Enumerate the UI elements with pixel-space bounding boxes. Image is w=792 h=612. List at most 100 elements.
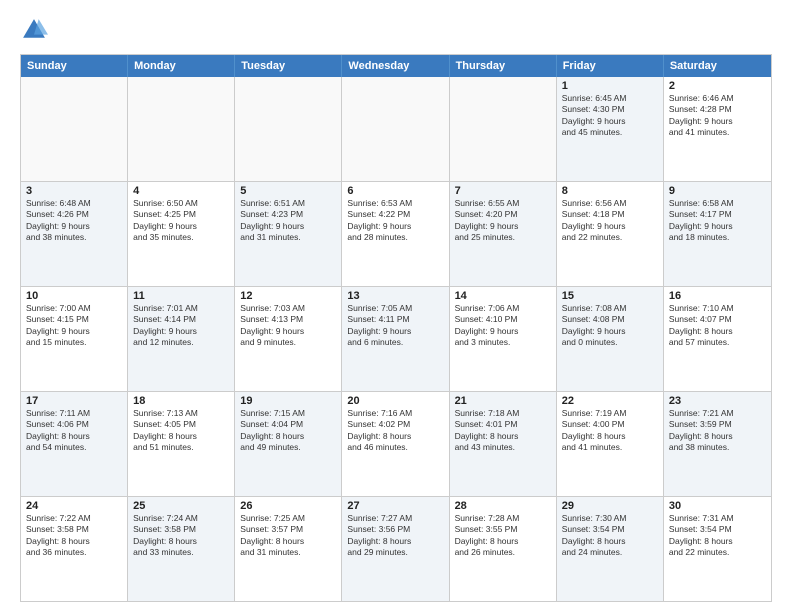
day-info: Sunrise: 7:08 AM Sunset: 4:08 PM Dayligh… [562, 303, 658, 349]
calendar-cell-day-19: 19Sunrise: 7:15 AM Sunset: 4:04 PM Dayli… [235, 392, 342, 496]
calendar-cell-day-16: 16Sunrise: 7:10 AM Sunset: 4:07 PM Dayli… [664, 287, 771, 391]
weekday-header-tuesday: Tuesday [235, 55, 342, 77]
calendar-cell-day-9: 9Sunrise: 6:58 AM Sunset: 4:17 PM Daylig… [664, 182, 771, 286]
calendar-cell-day-4: 4Sunrise: 6:50 AM Sunset: 4:25 PM Daylig… [128, 182, 235, 286]
day-number: 23 [669, 395, 766, 407]
day-number: 4 [133, 185, 229, 197]
day-info: Sunrise: 7:19 AM Sunset: 4:00 PM Dayligh… [562, 408, 658, 454]
calendar-cell-day-26: 26Sunrise: 7:25 AM Sunset: 3:57 PM Dayli… [235, 497, 342, 601]
day-info: Sunrise: 7:21 AM Sunset: 3:59 PM Dayligh… [669, 408, 766, 454]
logo [20, 16, 52, 44]
day-number: 21 [455, 395, 551, 407]
calendar-header: SundayMondayTuesdayWednesdayThursdayFrid… [21, 55, 771, 77]
logo-icon [20, 16, 48, 44]
weekday-header-friday: Friday [557, 55, 664, 77]
day-number: 10 [26, 290, 122, 302]
header [20, 16, 772, 44]
day-info: Sunrise: 7:25 AM Sunset: 3:57 PM Dayligh… [240, 513, 336, 559]
calendar-row-0: 1Sunrise: 6:45 AM Sunset: 4:30 PM Daylig… [21, 77, 771, 181]
day-number: 16 [669, 290, 766, 302]
day-info: Sunrise: 6:53 AM Sunset: 4:22 PM Dayligh… [347, 198, 443, 244]
day-number: 1 [562, 80, 658, 92]
calendar-cell-day-23: 23Sunrise: 7:21 AM Sunset: 3:59 PM Dayli… [664, 392, 771, 496]
weekday-header-saturday: Saturday [664, 55, 771, 77]
calendar-cell-empty [128, 77, 235, 181]
calendar: SundayMondayTuesdayWednesdayThursdayFrid… [20, 54, 772, 602]
weekday-header-monday: Monday [128, 55, 235, 77]
day-number: 3 [26, 185, 122, 197]
calendar-row-3: 17Sunrise: 7:11 AM Sunset: 4:06 PM Dayli… [21, 391, 771, 496]
day-number: 2 [669, 80, 766, 92]
day-number: 27 [347, 500, 443, 512]
day-info: Sunrise: 7:10 AM Sunset: 4:07 PM Dayligh… [669, 303, 766, 349]
calendar-cell-day-13: 13Sunrise: 7:05 AM Sunset: 4:11 PM Dayli… [342, 287, 449, 391]
day-number: 6 [347, 185, 443, 197]
calendar-cell-day-14: 14Sunrise: 7:06 AM Sunset: 4:10 PM Dayli… [450, 287, 557, 391]
calendar-cell-empty [21, 77, 128, 181]
day-info: Sunrise: 7:05 AM Sunset: 4:11 PM Dayligh… [347, 303, 443, 349]
calendar-cell-empty [235, 77, 342, 181]
day-info: Sunrise: 6:50 AM Sunset: 4:25 PM Dayligh… [133, 198, 229, 244]
day-number: 9 [669, 185, 766, 197]
day-info: Sunrise: 7:01 AM Sunset: 4:14 PM Dayligh… [133, 303, 229, 349]
day-number: 5 [240, 185, 336, 197]
page: SundayMondayTuesdayWednesdayThursdayFrid… [0, 0, 792, 612]
day-number: 30 [669, 500, 766, 512]
day-info: Sunrise: 6:48 AM Sunset: 4:26 PM Dayligh… [26, 198, 122, 244]
calendar-cell-day-8: 8Sunrise: 6:56 AM Sunset: 4:18 PM Daylig… [557, 182, 664, 286]
day-number: 8 [562, 185, 658, 197]
calendar-row-4: 24Sunrise: 7:22 AM Sunset: 3:58 PM Dayli… [21, 496, 771, 601]
weekday-header-sunday: Sunday [21, 55, 128, 77]
day-number: 12 [240, 290, 336, 302]
day-number: 28 [455, 500, 551, 512]
day-info: Sunrise: 6:58 AM Sunset: 4:17 PM Dayligh… [669, 198, 766, 244]
calendar-cell-day-2: 2Sunrise: 6:46 AM Sunset: 4:28 PM Daylig… [664, 77, 771, 181]
day-info: Sunrise: 7:22 AM Sunset: 3:58 PM Dayligh… [26, 513, 122, 559]
day-info: Sunrise: 7:11 AM Sunset: 4:06 PM Dayligh… [26, 408, 122, 454]
calendar-cell-empty [342, 77, 449, 181]
day-number: 19 [240, 395, 336, 407]
day-info: Sunrise: 7:18 AM Sunset: 4:01 PM Dayligh… [455, 408, 551, 454]
day-number: 25 [133, 500, 229, 512]
calendar-cell-day-1: 1Sunrise: 6:45 AM Sunset: 4:30 PM Daylig… [557, 77, 664, 181]
day-info: Sunrise: 7:00 AM Sunset: 4:15 PM Dayligh… [26, 303, 122, 349]
calendar-row-2: 10Sunrise: 7:00 AM Sunset: 4:15 PM Dayli… [21, 286, 771, 391]
calendar-cell-day-3: 3Sunrise: 6:48 AM Sunset: 4:26 PM Daylig… [21, 182, 128, 286]
calendar-cell-day-24: 24Sunrise: 7:22 AM Sunset: 3:58 PM Dayli… [21, 497, 128, 601]
day-info: Sunrise: 7:28 AM Sunset: 3:55 PM Dayligh… [455, 513, 551, 559]
day-info: Sunrise: 7:03 AM Sunset: 4:13 PM Dayligh… [240, 303, 336, 349]
day-number: 15 [562, 290, 658, 302]
day-number: 13 [347, 290, 443, 302]
day-info: Sunrise: 7:30 AM Sunset: 3:54 PM Dayligh… [562, 513, 658, 559]
calendar-cell-day-25: 25Sunrise: 7:24 AM Sunset: 3:58 PM Dayli… [128, 497, 235, 601]
calendar-cell-day-15: 15Sunrise: 7:08 AM Sunset: 4:08 PM Dayli… [557, 287, 664, 391]
day-info: Sunrise: 6:45 AM Sunset: 4:30 PM Dayligh… [562, 93, 658, 139]
calendar-cell-day-6: 6Sunrise: 6:53 AM Sunset: 4:22 PM Daylig… [342, 182, 449, 286]
day-number: 14 [455, 290, 551, 302]
day-number: 29 [562, 500, 658, 512]
day-number: 26 [240, 500, 336, 512]
calendar-cell-day-12: 12Sunrise: 7:03 AM Sunset: 4:13 PM Dayli… [235, 287, 342, 391]
calendar-cell-day-27: 27Sunrise: 7:27 AM Sunset: 3:56 PM Dayli… [342, 497, 449, 601]
calendar-cell-day-22: 22Sunrise: 7:19 AM Sunset: 4:00 PM Dayli… [557, 392, 664, 496]
day-info: Sunrise: 6:46 AM Sunset: 4:28 PM Dayligh… [669, 93, 766, 139]
day-info: Sunrise: 6:51 AM Sunset: 4:23 PM Dayligh… [240, 198, 336, 244]
calendar-row-1: 3Sunrise: 6:48 AM Sunset: 4:26 PM Daylig… [21, 181, 771, 286]
day-info: Sunrise: 7:24 AM Sunset: 3:58 PM Dayligh… [133, 513, 229, 559]
day-info: Sunrise: 6:56 AM Sunset: 4:18 PM Dayligh… [562, 198, 658, 244]
day-number: 7 [455, 185, 551, 197]
calendar-cell-day-30: 30Sunrise: 7:31 AM Sunset: 3:54 PM Dayli… [664, 497, 771, 601]
calendar-cell-empty [450, 77, 557, 181]
day-number: 17 [26, 395, 122, 407]
calendar-cell-day-20: 20Sunrise: 7:16 AM Sunset: 4:02 PM Dayli… [342, 392, 449, 496]
calendar-cell-day-11: 11Sunrise: 7:01 AM Sunset: 4:14 PM Dayli… [128, 287, 235, 391]
calendar-cell-day-10: 10Sunrise: 7:00 AM Sunset: 4:15 PM Dayli… [21, 287, 128, 391]
calendar-cell-day-5: 5Sunrise: 6:51 AM Sunset: 4:23 PM Daylig… [235, 182, 342, 286]
day-number: 24 [26, 500, 122, 512]
day-info: Sunrise: 7:13 AM Sunset: 4:05 PM Dayligh… [133, 408, 229, 454]
day-info: Sunrise: 7:27 AM Sunset: 3:56 PM Dayligh… [347, 513, 443, 559]
weekday-header-thursday: Thursday [450, 55, 557, 77]
calendar-cell-day-17: 17Sunrise: 7:11 AM Sunset: 4:06 PM Dayli… [21, 392, 128, 496]
calendar-cell-day-28: 28Sunrise: 7:28 AM Sunset: 3:55 PM Dayli… [450, 497, 557, 601]
day-info: Sunrise: 7:31 AM Sunset: 3:54 PM Dayligh… [669, 513, 766, 559]
